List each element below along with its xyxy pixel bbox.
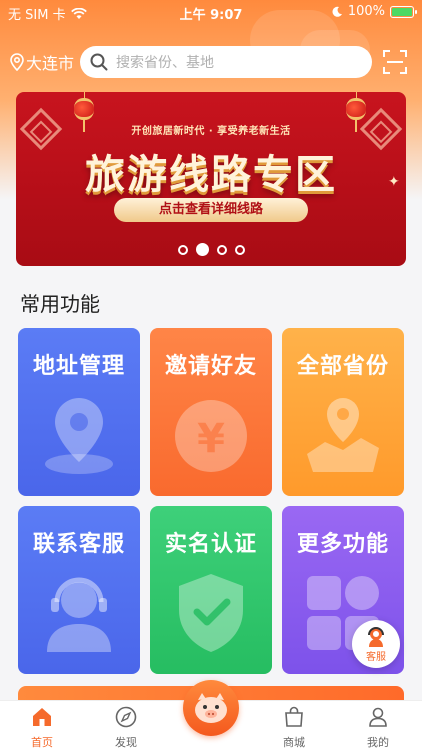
tab-mine-label: 我的 [367, 736, 389, 749]
status-right: 100% [331, 4, 417, 19]
feature-card-invite[interactable]: 邀请好友 ¥ [150, 328, 272, 496]
banner-cta-button[interactable]: 点击查看详细线路 [114, 198, 308, 222]
feature-card-verification[interactable]: 实名认证 [150, 506, 272, 674]
tab-discover-label: 发现 [115, 736, 137, 749]
feature-card-provinces[interactable]: 全部省份 [282, 328, 404, 496]
home-icon [33, 708, 51, 726]
tab-mall-label: 商城 [283, 736, 305, 749]
carousel-indicator [16, 243, 406, 256]
headset-icon [47, 577, 111, 652]
search-input[interactable]: 搜索省份、基地 [80, 46, 372, 78]
feature-label: 全部省份 [296, 354, 389, 379]
carousel-dot-active[interactable] [195, 243, 209, 256]
battery-percent: 100% [347, 4, 385, 19]
tab-mall[interactable]: 商城 [264, 705, 324, 750]
map-icon [307, 398, 379, 472]
city-label: 大连市 [26, 54, 75, 73]
search-row: 大连市 搜索省份、基地 [0, 44, 422, 80]
floating-service-label: 客服 [366, 652, 386, 663]
status-bar: 无 SIM 卡 上午 9:07 100% [0, 0, 422, 24]
tab-home[interactable]: 首页 [12, 705, 72, 750]
feature-label: 更多功能 [296, 532, 389, 557]
location-pin-icon [45, 398, 113, 474]
shield-check-icon [179, 574, 243, 652]
svg-text:¥: ¥ [197, 416, 225, 462]
floating-service-button[interactable]: 客服 [352, 620, 400, 668]
battery-icon [390, 5, 417, 18]
feature-label: 地址管理 [32, 354, 125, 379]
promo-banner[interactable]: ✦ 开创旅居新时代 · 享受养老新生活 旅游线路专区 点击查看详细线路 [16, 92, 406, 266]
carousel-dot[interactable] [234, 244, 245, 255]
service-agent-icon [368, 627, 384, 647]
banner-headline: 旅游线路专区 [85, 152, 337, 198]
section-title: 常用功能 [20, 292, 100, 316]
user-icon [369, 707, 387, 727]
search-icon [90, 53, 108, 71]
carousel-dot[interactable] [216, 244, 227, 255]
location-icon [10, 53, 24, 71]
pig-mascot-icon [195, 693, 227, 723]
feature-label: 实名认证 [164, 532, 257, 557]
banner-subline: 开创旅居新时代 · 享受养老新生活 [131, 126, 291, 137]
compass-icon [115, 706, 137, 728]
feature-card-address[interactable]: 地址管理 [18, 328, 140, 496]
feature-label: 联系客服 [32, 532, 125, 557]
scan-icon[interactable] [382, 49, 408, 75]
tab-home-label: 首页 [31, 736, 53, 749]
search-placeholder: 搜索省份、基地 [116, 55, 214, 71]
tab-discover[interactable]: 发现 [96, 705, 156, 750]
city-selector[interactable]: 大连市 [10, 50, 74, 74]
center-mascot-button[interactable] [183, 680, 239, 736]
yen-coin-icon: ¥ [175, 400, 247, 472]
feature-label: 邀请好友 [164, 354, 257, 379]
feature-card-contact-service[interactable]: 联系客服 [18, 506, 140, 674]
shopping-bag-icon [285, 706, 303, 727]
moon-icon [332, 6, 342, 17]
carousel-dot[interactable] [177, 244, 188, 255]
tab-mine[interactable]: 我的 [348, 705, 408, 750]
